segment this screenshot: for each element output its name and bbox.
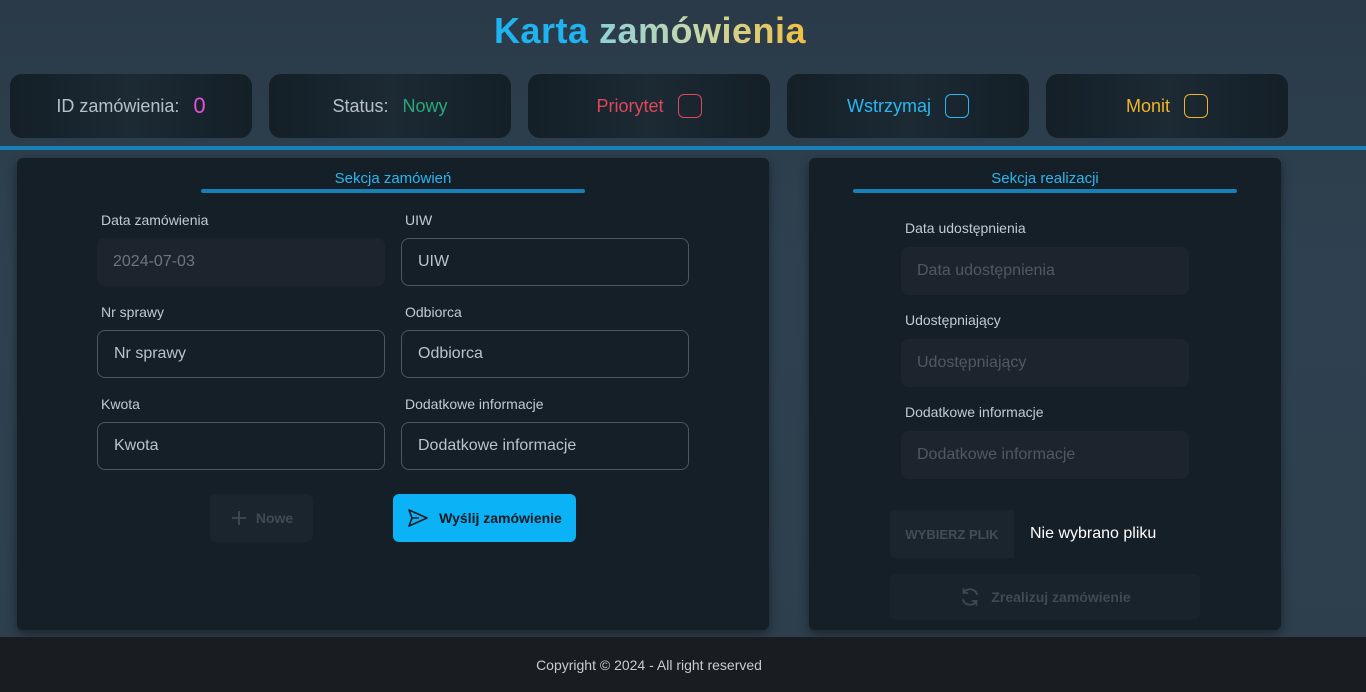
order-date-field [97,238,385,286]
reminder-toggle[interactable]: Monit [1046,74,1288,138]
realize-order-button[interactable]: Zrealizuj zamówienie [890,574,1200,620]
send-order-button[interactable]: Wyślij zamówienie [393,494,576,542]
status-value: Nowy [402,95,448,116]
file-picker[interactable]: WYBIERZ PLIK Nie wybrano pliku [890,510,1200,558]
sharer-field [901,339,1189,387]
realization-info-field [901,431,1189,479]
choose-file-button[interactable]: WYBIERZ PLIK [890,510,1014,558]
uiw-input[interactable] [401,238,689,286]
order-info-input[interactable] [401,422,689,470]
order-info-label: Dodatkowe informacje [405,396,544,412]
order-summary-bar: ID zamówienia: 0 Status: Nowy Priorytet … [10,74,1288,138]
reminder-label: Monit [1125,95,1170,116]
footer: Copyright © 2024 - All right reserved [0,637,1366,692]
realization-info-label: Dodatkowe informacje [905,404,1044,420]
status-card: Status: Nowy [269,74,511,138]
header-divider [0,146,1366,150]
amount-input[interactable] [97,422,385,470]
realization-section-underline [853,189,1237,193]
case-number-input[interactable] [97,330,385,378]
sharer-label: Udostępniający [905,312,1001,328]
refresh-icon [962,588,979,606]
realization-section: Sekcja realizacji Data udostępnienia Udo… [809,158,1281,630]
page-title-word2: zamówienia [599,10,807,51]
amount-label: Kwota [101,396,140,412]
reminder-checkbox[interactable] [1184,94,1208,118]
realization-section-title: Sekcja realizacji [991,170,1099,187]
file-status: Nie wybrano pliku [1014,510,1200,558]
realize-order-button-label: Zrealizuj zamówienie [991,589,1131,605]
order-id-label: ID zamówienia: [56,95,180,116]
page-title: Karta zamówienia [0,10,1300,52]
order-id-value: 0 [193,93,206,118]
order-section-title: Sekcja zamówień [334,170,452,187]
hold-label: Wstrzymaj [847,95,931,116]
recipient-label: Odbiorca [405,304,462,320]
status-label: Status: [332,95,389,116]
share-date-label: Data udostępnienia [905,220,1026,236]
hold-checkbox[interactable] [945,94,969,118]
send-order-button-label: Wyślij zamówienie [439,510,562,526]
new-order-button[interactable]: Nowe [210,494,313,542]
copyright-text: Copyright © 2024 - All right reserved [536,656,762,673]
order-section: Sekcja zamówień Data zamówienia UIW Nr s… [17,158,769,630]
priority-checkbox[interactable] [677,94,702,118]
priority-label: Priorytet [596,95,664,116]
order-section-underline [201,189,585,193]
new-order-button-label: Nowe [255,510,294,526]
case-number-label: Nr sprawy [101,304,165,320]
plus-icon [231,511,246,525]
priority-toggle[interactable]: Priorytet [528,74,770,138]
page-title-word1: Karta [493,10,589,51]
order-date-label: Data zamówienia [101,212,209,228]
share-date-field [901,247,1189,295]
uiw-label: UIW [405,212,433,228]
send-icon [408,509,428,527]
order-id-card: ID zamówienia: 0 [10,74,252,138]
hold-toggle[interactable]: Wstrzymaj [787,74,1029,138]
recipient-input[interactable] [401,330,689,378]
